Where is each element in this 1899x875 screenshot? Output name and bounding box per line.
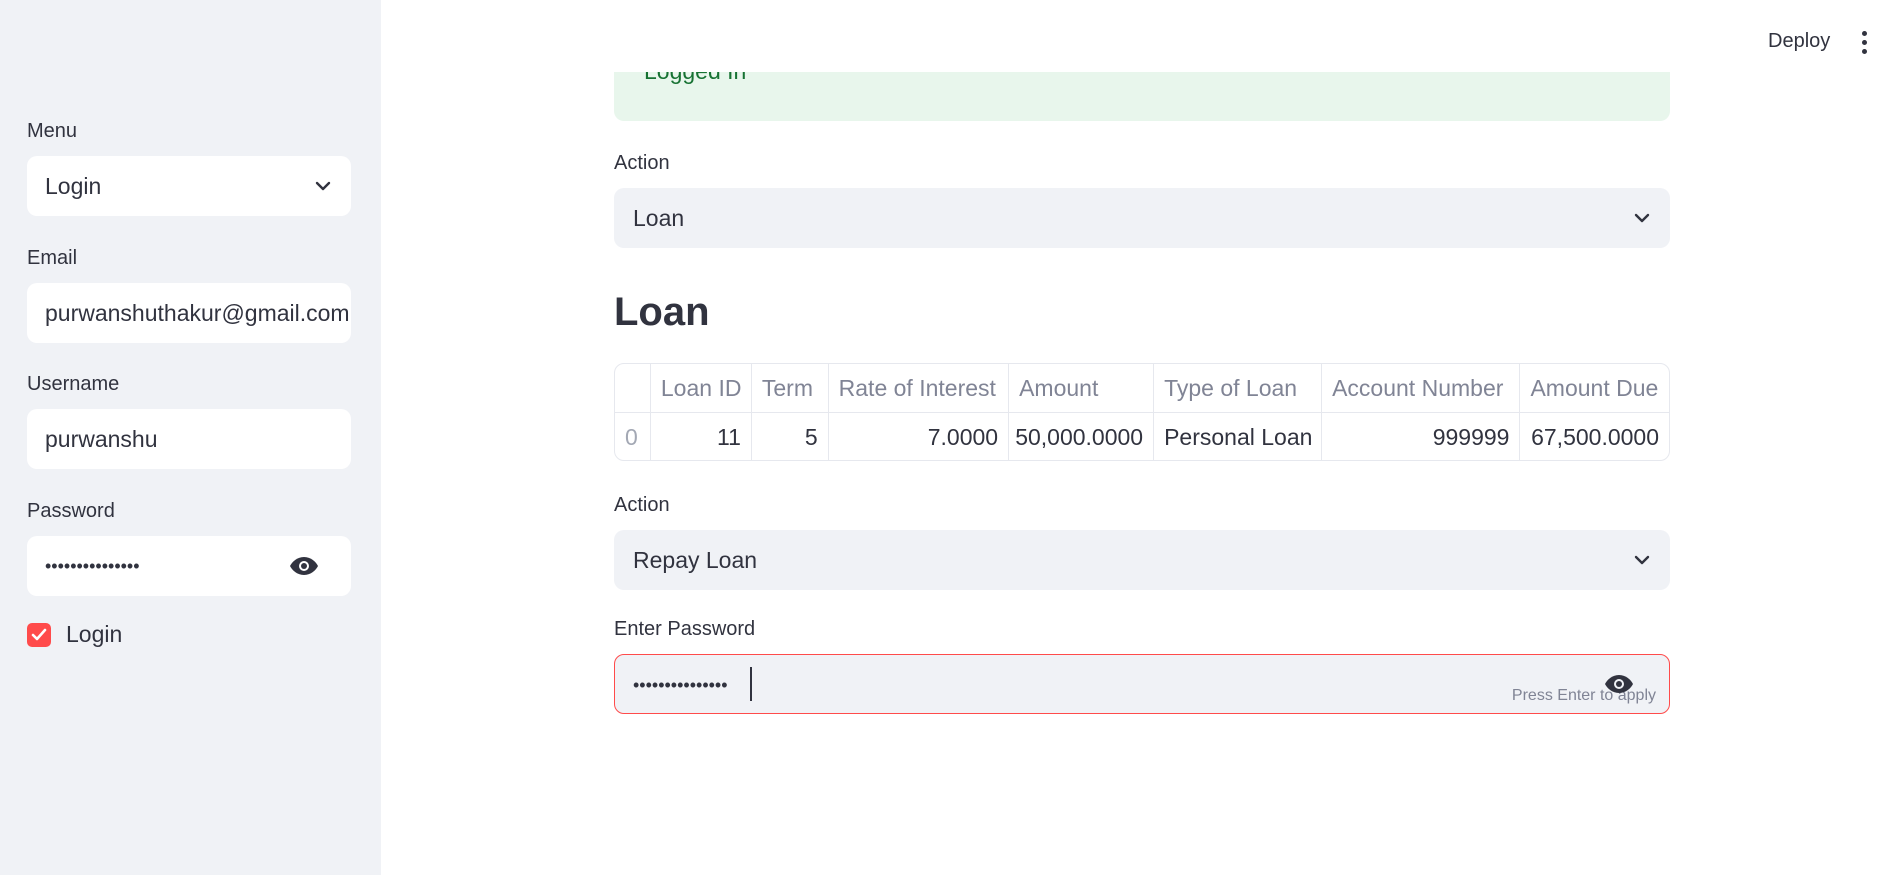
table-column-index: 0 [615,364,651,460]
table-column-rate: Rate of Interest 7.0000 [828,364,1010,460]
table-column-amount-due: Amount Due 67,500.0000 [1520,364,1669,460]
success-alert: Logged In [614,72,1670,121]
username-label: Username [27,373,120,395]
sidebar: Menu Login Email purwanshuthakur@gmail.c… [0,0,381,875]
checkmark-icon [31,628,47,641]
loan-table[interactable]: 0 Loan ID 11 Term 5 Rate of Interest 7.0… [614,363,1670,461]
menu-select[interactable]: Login [27,156,351,216]
enter-password-label: Enter Password [614,618,756,640]
eye-icon[interactable] [1604,673,1634,695]
table-column-amount: Amount 50,000.0000 [1009,364,1155,460]
login-checkbox[interactable] [27,623,51,647]
table-cell[interactable]: 11 [651,413,751,460]
action-select-2[interactable]: Repay Loan [614,530,1670,590]
table-cell[interactable]: Personal Loan [1154,413,1321,460]
password-value: ••••••••••••••• [45,555,140,576]
page-title: Loan [614,290,710,334]
table-header[interactable]: Loan ID [650,364,751,413]
password-field[interactable]: ••••••••••••••• [27,536,351,596]
username-field[interactable]: purwanshu [27,409,351,469]
chevron-down-icon [1634,555,1650,565]
table-cell[interactable]: 50,000.0000 [1009,413,1153,460]
login-checkbox-label[interactable]: Login [66,621,122,648]
action-label: Action [614,494,670,516]
enter-password-input[interactable]: ••••••••••••••• Press Enter to apply [614,654,1670,714]
table-cell[interactable]: 7.0000 [829,413,1008,460]
press-enter-hint: Press Enter to apply [1511,687,1656,704]
chevron-down-icon [1634,213,1650,223]
table-header[interactable]: Account Number [1322,364,1520,413]
chevron-down-icon [315,181,331,191]
table-header [615,364,650,413]
email-field[interactable]: purwanshuthakur@gmail.com [27,283,351,343]
table-row-index: 0 [625,423,638,450]
action-select-2-value: Repay Loan [633,546,758,573]
deploy-button[interactable]: Deploy [1768,30,1830,53]
action-select[interactable]: Loan [614,188,1670,248]
table-header[interactable]: Type of Loan [1154,364,1322,413]
table-column-account: Account Number 999999 [1322,364,1521,460]
eye-icon[interactable] [289,555,319,577]
menu-select-value: Login [45,172,102,199]
enter-password-value: ••••••••••••••• [633,675,728,695]
text-caret [750,667,752,701]
action-label: Action [614,152,670,174]
table-header[interactable]: Amount [1009,364,1154,413]
table-column-loan-id: Loan ID 11 [650,364,752,460]
table-cell[interactable]: 999999 [1322,413,1519,460]
success-text: Logged In [644,72,746,85]
table-cell[interactable]: 67,500.0000 [1520,413,1669,460]
table-column-term: Term 5 [751,364,829,460]
menu-label: Menu [27,120,78,142]
table-header[interactable]: Term [751,364,828,413]
password-label: Password [27,500,115,522]
kebab-menu-icon[interactable] [1862,31,1868,57]
email-value: purwanshuthakur@gmail.com [45,299,350,326]
table-header[interactable]: Amount Due [1520,364,1669,413]
username-value: purwanshu [45,425,158,452]
table-cell[interactable]: 5 [752,413,828,460]
action-select-value: Loan [633,204,685,231]
table-column-type: Type of Loan Personal Loan [1154,364,1323,460]
table-header[interactable]: Rate of Interest [828,364,1009,413]
email-label: Email [27,247,78,269]
